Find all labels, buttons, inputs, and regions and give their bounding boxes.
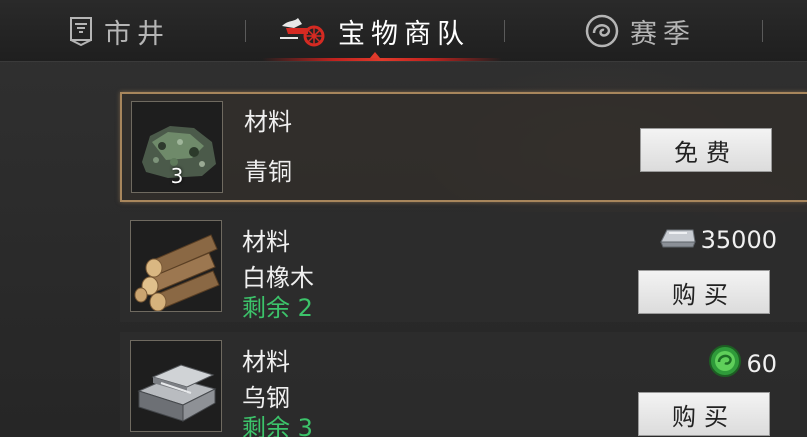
tab-season-label: 赛季: [630, 18, 696, 50]
shop-item-white-oak[interactable]: 材料 白橡木 剩余 2 35000 购买: [120, 212, 807, 322]
item-price: 35000: [657, 224, 777, 256]
item-category: 材料: [244, 108, 292, 136]
item-price: 60: [708, 344, 777, 384]
item-price-value: 35000: [700, 226, 777, 254]
tab-market[interactable]: 市井: [68, 0, 170, 62]
item-category: 材料: [242, 228, 290, 256]
tab-separator: [762, 20, 763, 42]
item-remaining: 剩余 3: [242, 414, 313, 437]
active-tab-underline: [262, 58, 502, 61]
tab-bar: 市井 宝物商队 赛季: [0, 0, 807, 62]
jade-coin-icon: [708, 344, 742, 384]
shop-item-bronze[interactable]: 3 材料 青铜 免费: [120, 92, 807, 202]
active-tab-marker: [370, 52, 380, 58]
bronze-ore-icon: 3: [131, 101, 223, 193]
item-category: 材料: [242, 348, 290, 376]
oak-logs-icon: [130, 220, 222, 312]
tab-separator: [504, 20, 505, 42]
buy-button[interactable]: 购买: [638, 270, 770, 314]
item-name: 青铜: [244, 158, 292, 186]
free-button[interactable]: 免费: [640, 128, 772, 172]
steel-ingots-icon: [130, 340, 222, 432]
tab-treasure-caravan-label: 宝物商队: [338, 18, 470, 50]
shop-item-black-steel[interactable]: 材料 乌钢 剩余 3 60 购买: [120, 332, 807, 437]
item-remaining: 剩余 2: [242, 294, 313, 322]
item-price-value: 60: [746, 350, 777, 378]
banner-icon: [68, 16, 94, 46]
swirl-emblem-icon: [584, 13, 620, 49]
tab-market-label: 市井: [104, 18, 170, 50]
item-count: 3: [170, 164, 184, 188]
tab-season[interactable]: 赛季: [584, 0, 696, 62]
tab-separator: [245, 20, 246, 42]
buy-button[interactable]: 购买: [638, 392, 770, 436]
chariot-icon: [278, 14, 328, 48]
silver-ingot-icon: [657, 224, 697, 256]
